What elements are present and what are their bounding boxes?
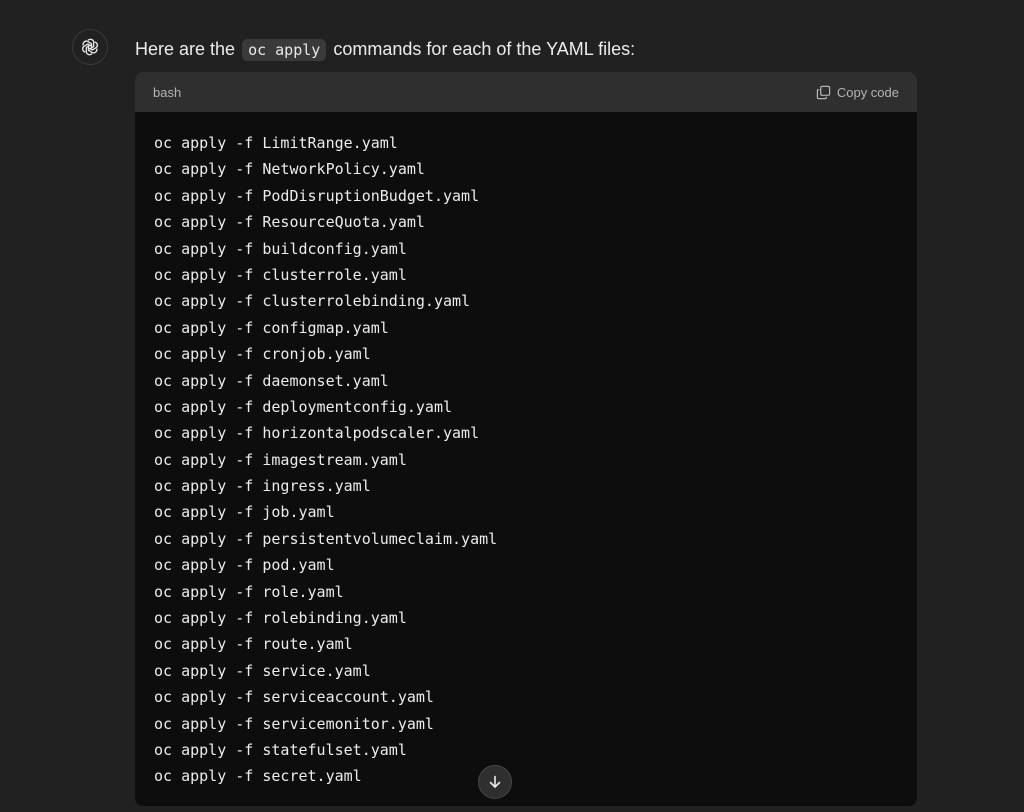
- code-line: oc apply -f LimitRange.yaml: [154, 134, 398, 152]
- intro-text-before: Here are the: [135, 39, 241, 59]
- code-block: bash Copy code oc apply -f LimitRange.ya…: [135, 72, 917, 806]
- code-line: oc apply -f clusterrolebinding.yaml: [154, 292, 471, 311]
- code-line: oc apply -f daemonset.yaml: [154, 371, 389, 390]
- code-line: oc apply -f persistentvolumeclaim.yaml: [154, 529, 498, 548]
- code-line: oc apply -f pod.yaml: [154, 556, 335, 575]
- code-line: oc apply -f role.yaml: [154, 582, 344, 601]
- copy-code-label: Copy code: [836, 84, 899, 100]
- code-line: oc apply -f serviceaccount.yaml: [154, 688, 434, 707]
- code-line: oc apply -f horizontalpodscaler.yaml: [154, 424, 480, 443]
- inline-code: oc apply: [242, 39, 327, 61]
- code-line: oc apply -f cronjob.yaml: [154, 345, 371, 364]
- message-intro: Here are the oc apply commands for each …: [135, 36, 635, 63]
- arrow-down-icon: [489, 775, 501, 788]
- code-line: oc apply -f servicemonitor.yaml: [154, 714, 434, 733]
- code-line: oc apply -f ingress.yaml: [154, 477, 371, 496]
- code-line: oc apply -f route.yaml: [154, 635, 353, 654]
- code-line: oc apply -f clusterrole.yaml: [154, 265, 407, 284]
- code-line: oc apply -f buildconfig.yaml: [154, 239, 407, 258]
- code-line: oc apply -f ResourceQuota.yaml: [154, 213, 425, 232]
- assistant-logo-icon: [82, 38, 98, 56]
- code-line: oc apply -f secret.yaml: [154, 767, 362, 786]
- code-line: oc apply -f rolebinding.yaml: [154, 609, 407, 628]
- code-line: oc apply -f configmap.yaml: [154, 318, 389, 337]
- code-line: oc apply -f deploymentconfig.yaml: [154, 397, 453, 416]
- copy-code-button[interactable]: Copy code: [816, 85, 899, 100]
- scroll-to-bottom-button[interactable]: [478, 765, 512, 799]
- code-line: oc apply -f imagestream.yaml: [154, 450, 407, 469]
- assistant-avatar: [72, 29, 108, 65]
- code-language-label: bash: [153, 84, 182, 100]
- code-line: oc apply -f service.yaml: [154, 661, 371, 680]
- code-block-header: bash Copy code: [135, 72, 917, 112]
- code-line: oc apply -f statefulset.yaml: [154, 740, 407, 759]
- code-line: oc apply -f PodDisruptionBudget.yaml: [154, 186, 480, 205]
- copy-icon: [816, 85, 831, 99]
- code-line: oc apply -f NetworkPolicy.yaml: [154, 160, 425, 179]
- code-content: oc apply -f LimitRange.yaml oc apply -f N…: [135, 112, 917, 790]
- code-line: oc apply -f job.yaml: [154, 503, 335, 522]
- intro-text-after: commands for each of the YAML files:: [328, 39, 636, 59]
